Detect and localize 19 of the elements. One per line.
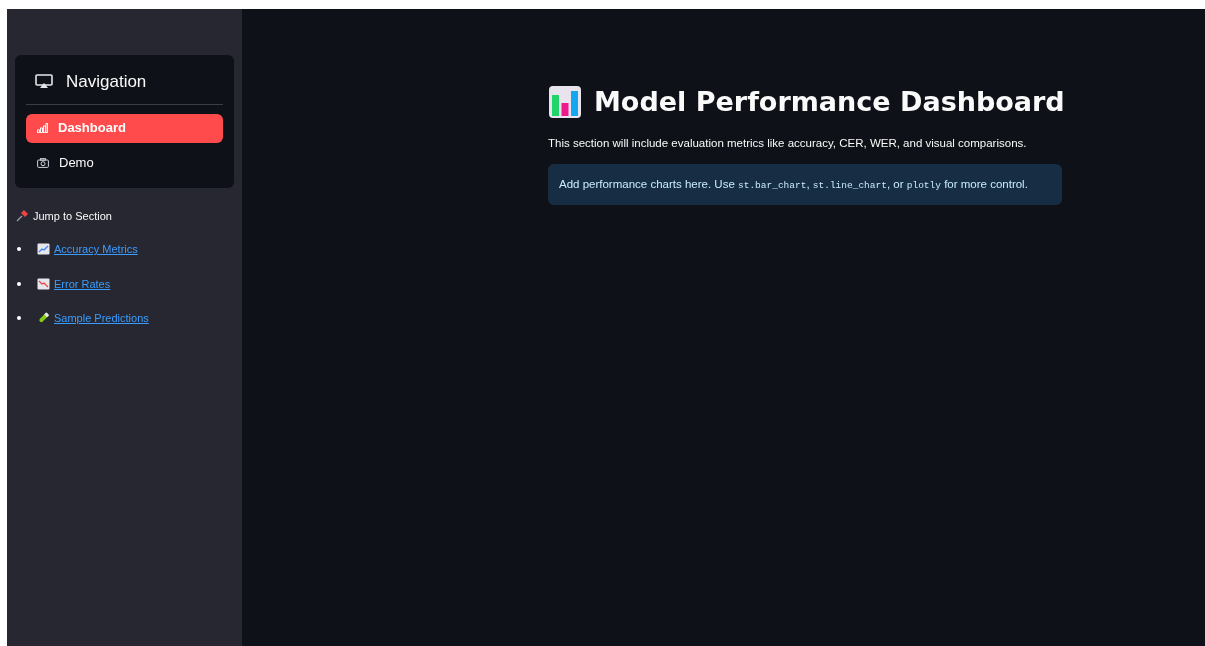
page-title: Model Performance Dashboard xyxy=(594,85,1065,119)
pushpin-icon xyxy=(16,209,29,223)
bullet-icon xyxy=(17,281,21,286)
line-chart-icon xyxy=(37,243,50,256)
nav-item[interactable]: Demo xyxy=(26,148,223,178)
navigation-title: Navigation xyxy=(66,71,147,93)
jump-heading: Jump to Section xyxy=(33,208,112,224)
bullet-icon xyxy=(17,247,21,252)
section-link[interactable]: Error Rates xyxy=(37,275,111,292)
bullet-icon xyxy=(17,316,21,321)
signal-bars-icon xyxy=(37,123,48,133)
bar-chart-icon xyxy=(548,85,582,120)
section-link[interactable]: Accuracy Metrics xyxy=(37,241,138,258)
nav-item[interactable]: Dashboard xyxy=(26,113,223,143)
declining-chart-icon xyxy=(37,277,50,290)
description: This section will include evaluation metrics like accuracy, CER, WER, and visual comparisons. xyxy=(548,135,1028,151)
camera-icon xyxy=(37,158,49,168)
monitor-icon xyxy=(35,74,53,90)
section-link[interactable]: Sample Predictions xyxy=(37,310,149,327)
